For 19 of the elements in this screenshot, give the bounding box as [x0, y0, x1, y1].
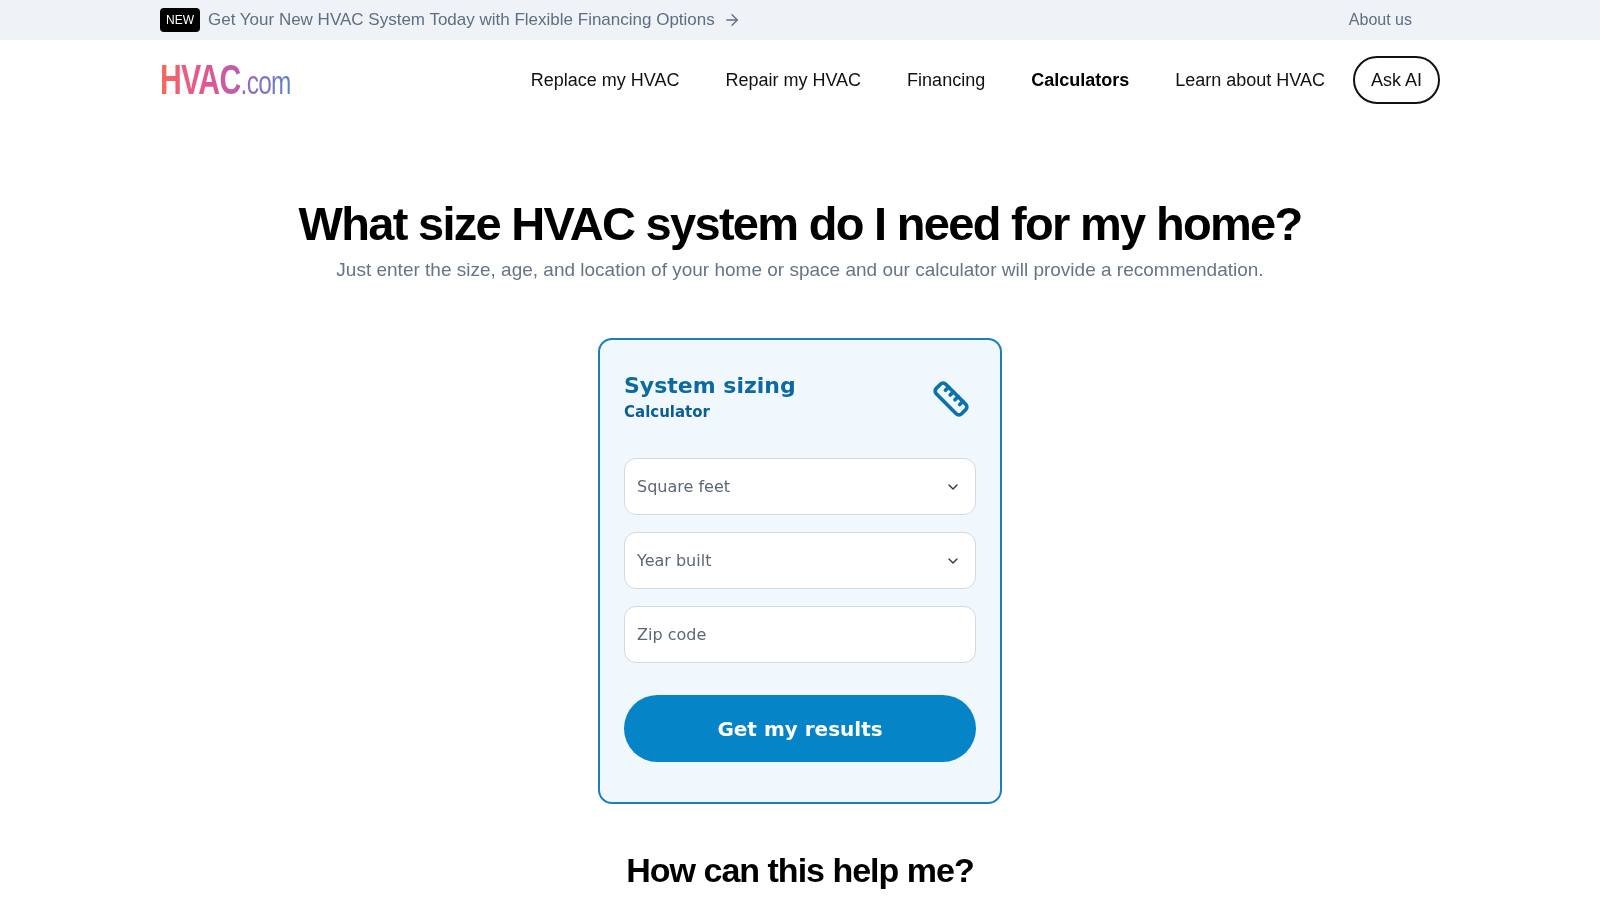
section-heading: How can this help me? [626, 850, 974, 890]
promo-link[interactable]: Get Your New HVAC System Today with Flexible Financing Options [208, 10, 741, 30]
select-field[interactable]: Year built [624, 532, 976, 589]
new-badge: NEW [160, 8, 200, 32]
nav-link[interactable]: Financing [907, 69, 986, 91]
page-title: What size HVAC system do I need for my home? [298, 196, 1302, 252]
nav-link[interactable]: Replace my HVAC [530, 69, 680, 91]
about-us-link[interactable]: About us [1348, 11, 1412, 29]
nav-link[interactable]: Learn about HVAC [1175, 69, 1325, 91]
nav-link[interactable]: Repair my HVAC [725, 69, 862, 91]
card-subtitle: Calculator [624, 402, 711, 422]
select-field[interactable]: Square feet [624, 458, 976, 515]
ask-ai-button[interactable]: Ask AI [1352, 56, 1440, 104]
ruler-icon [932, 380, 970, 418]
get-results-button[interactable]: Get my results [624, 695, 976, 762]
input-field[interactable]: Zip code [624, 606, 976, 663]
page-subtitle: Just enter the size, age, and location of your home or space and our calculator will provide a recommendation. [336, 258, 1264, 282]
card-title: System sizing [624, 372, 796, 400]
nav-link[interactable]: Calculators [1031, 69, 1130, 91]
